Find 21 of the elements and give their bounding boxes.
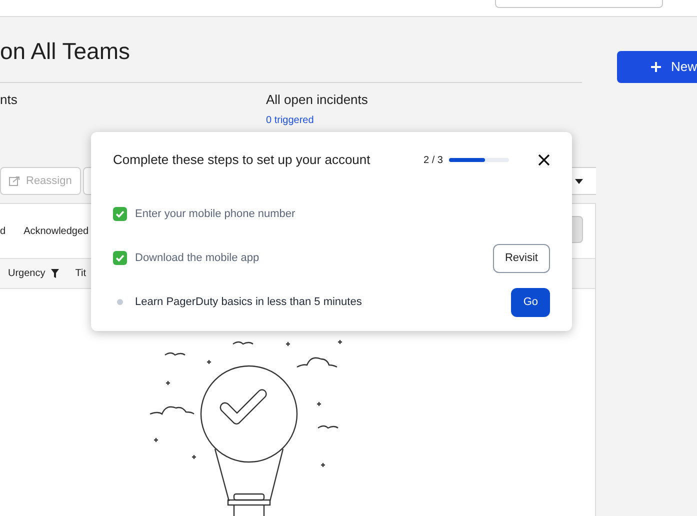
page-title: on All Teams — [0, 37, 131, 65]
step-label: Download the mobile app — [135, 250, 260, 266]
column-header[interactable]: Urgency — [8, 266, 60, 281]
section-heading: All open incidents — [266, 92, 368, 108]
caret-icon — [574, 178, 582, 184]
go-button[interactable]: Go — [511, 288, 550, 316]
step-label: Enter your mobile phone number — [135, 206, 296, 222]
section-heading: nts — [0, 92, 18, 108]
status-tab[interactable]: d — [0, 224, 6, 238]
incident-count-link[interactable]: 0 triggered — [266, 113, 368, 128]
dialog-title: Complete these steps to set up your account — [113, 151, 372, 170]
column-header[interactable]: Tit — [75, 266, 86, 281]
status-tab[interactable]: Acknowledged — [24, 224, 89, 238]
plus-icon — [651, 62, 661, 72]
progress-text: 2 / 3 — [424, 154, 443, 168]
revisit-button[interactable]: Revisit — [492, 244, 550, 272]
filter-icon[interactable] — [51, 269, 60, 278]
new-incident-button[interactable]: New — [617, 51, 697, 83]
reassign-icon — [9, 176, 20, 186]
step-label: Learn PagerDuty basics in less than 5 minutes — [135, 294, 363, 310]
close-button[interactable] — [538, 154, 550, 166]
